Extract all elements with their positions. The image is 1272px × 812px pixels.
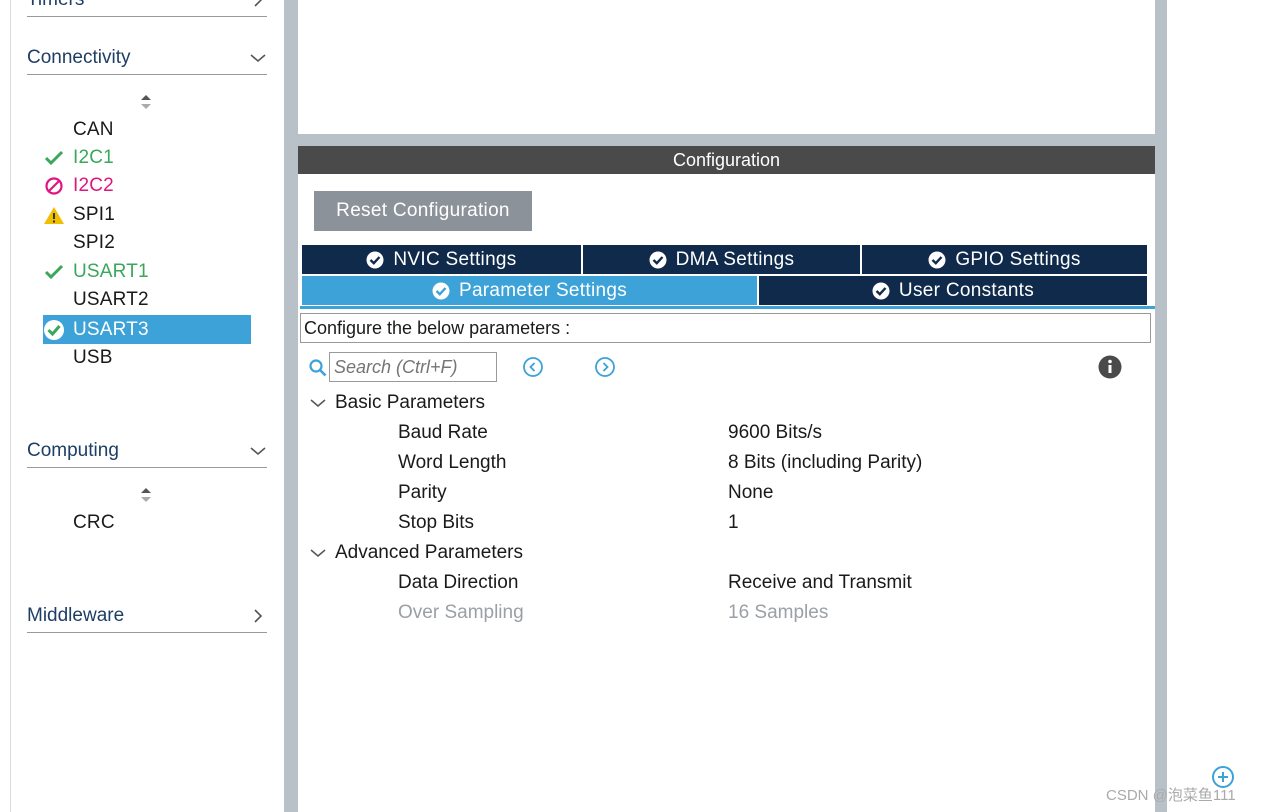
param-value[interactable]: None — [728, 478, 773, 508]
tab-user-constants[interactable]: User Constants — [759, 276, 1147, 305]
tab-gpio-settings[interactable]: GPIO Settings — [862, 245, 1147, 274]
param-value[interactable]: 1 — [728, 508, 739, 538]
param-name[interactable]: Data Direction — [398, 568, 518, 598]
next-circle-icon[interactable] — [594, 356, 616, 378]
peripheral-label: CAN — [73, 118, 114, 140]
search-icon[interactable] — [308, 358, 328, 378]
chevron-down-icon — [249, 442, 267, 460]
category-computing[interactable]: Computing — [27, 434, 267, 468]
tab-label: DMA Settings — [675, 248, 795, 270]
tab-label: NVIC Settings — [393, 248, 517, 270]
check-circle-icon — [366, 251, 384, 268]
peripheral-label: USART1 — [73, 260, 149, 282]
peripheral-can[interactable]: CAN — [43, 116, 251, 143]
right-panel — [1167, 0, 1272, 812]
peripheral-usart3[interactable]: USART3 — [43, 315, 251, 344]
peripheral-label: USART3 — [73, 318, 149, 340]
param-value[interactable]: 8 Bits (including Parity) — [728, 448, 922, 478]
search-input[interactable] — [329, 352, 497, 382]
check-circle-icon — [43, 319, 65, 340]
peripheral-crc[interactable]: CRC — [43, 509, 251, 536]
tab-nvic-settings[interactable]: NVIC Settings — [302, 245, 581, 274]
check-circle-icon — [649, 251, 667, 268]
warning-icon — [43, 205, 65, 225]
peripheral-spi2[interactable]: SPI2 — [43, 229, 251, 256]
splitter-horizontal[interactable] — [298, 134, 1155, 146]
check-icon — [43, 262, 65, 282]
param-value: 16 Samples — [728, 602, 829, 623]
group-basic-parameters[interactable]: Basic Parameters — [308, 388, 485, 418]
chevron-down-icon — [308, 543, 328, 563]
check-circle-icon — [928, 251, 946, 268]
group-advanced-parameters[interactable]: Advanced Parameters — [308, 538, 523, 568]
prohibited-icon — [43, 176, 65, 196]
param-name[interactable]: Parity — [398, 478, 447, 508]
param-name[interactable]: Stop Bits — [398, 508, 474, 538]
sort-icon[interactable] — [140, 487, 152, 503]
group-label: Basic Parameters — [335, 392, 485, 413]
peripheral-label: USB — [73, 346, 113, 368]
check-circle-icon — [432, 282, 450, 299]
peripheral-label: I2C1 — [73, 146, 114, 168]
peripheral-i2c2[interactable]: I2C2 — [43, 172, 251, 199]
peripheral-label: SPI2 — [73, 231, 115, 253]
chevron-right-icon — [249, 0, 267, 9]
peripheral-label: CRC — [73, 511, 115, 533]
splitter-left[interactable] — [284, 0, 298, 812]
peripheral-usart1[interactable]: USART1 — [43, 258, 251, 285]
configuration-title: Configuration — [298, 146, 1155, 174]
peripheral-label: SPI1 — [73, 203, 115, 225]
tab-dma-settings[interactable]: DMA Settings — [583, 245, 860, 274]
check-circle-icon — [872, 282, 890, 299]
peripheral-spi1[interactable]: SPI1 — [43, 201, 251, 228]
category-connectivity[interactable]: Connectivity — [27, 41, 267, 75]
category-label: Computing — [27, 439, 119, 461]
category-timers[interactable]: Timers — [27, 0, 267, 17]
splitter-right[interactable] — [1155, 0, 1167, 812]
configure-hint: Configure the below parameters : — [300, 313, 1151, 343]
peripheral-label: USART2 — [73, 288, 149, 310]
param-name: Over Sampling — [398, 602, 524, 623]
check-icon — [43, 148, 65, 168]
peripheral-label: I2C2 — [73, 174, 114, 196]
tab-underline — [300, 306, 1155, 309]
param-name[interactable]: Word Length — [398, 448, 506, 478]
sidebar: Timers Connectivity CAN I2C1 — [10, 0, 284, 812]
peripheral-i2c1[interactable]: I2C1 — [43, 144, 251, 171]
sort-icon[interactable] — [140, 94, 152, 110]
info-icon[interactable] — [1098, 355, 1122, 379]
category-label: Middleware — [27, 604, 125, 626]
param-value[interactable]: 9600 Bits/s — [728, 418, 822, 448]
reset-configuration-button[interactable]: Reset Configuration — [314, 191, 532, 231]
chevron-down-icon — [308, 393, 328, 413]
chevron-down-icon — [249, 49, 267, 67]
tab-parameter-settings[interactable]: Parameter Settings — [302, 276, 757, 305]
peripheral-usb[interactable]: USB — [43, 344, 251, 371]
category-middleware[interactable]: Middleware — [27, 599, 267, 633]
param-name[interactable]: Baud Rate — [398, 418, 488, 448]
category-label: Timers — [27, 0, 84, 11]
chevron-right-icon — [249, 607, 267, 625]
prev-circle-icon[interactable] — [522, 356, 544, 378]
watermark: CSDN @泡菜鱼111 — [1106, 787, 1236, 804]
tab-label: User Constants — [898, 279, 1035, 301]
param-value[interactable]: Receive and Transmit — [728, 568, 912, 598]
category-label: Connectivity — [27, 46, 131, 68]
tab-label: Parameter Settings — [458, 279, 628, 301]
group-label: Advanced Parameters — [335, 542, 523, 563]
tab-label: GPIO Settings — [955, 248, 1081, 270]
peripheral-usart2[interactable]: USART2 — [43, 286, 251, 313]
